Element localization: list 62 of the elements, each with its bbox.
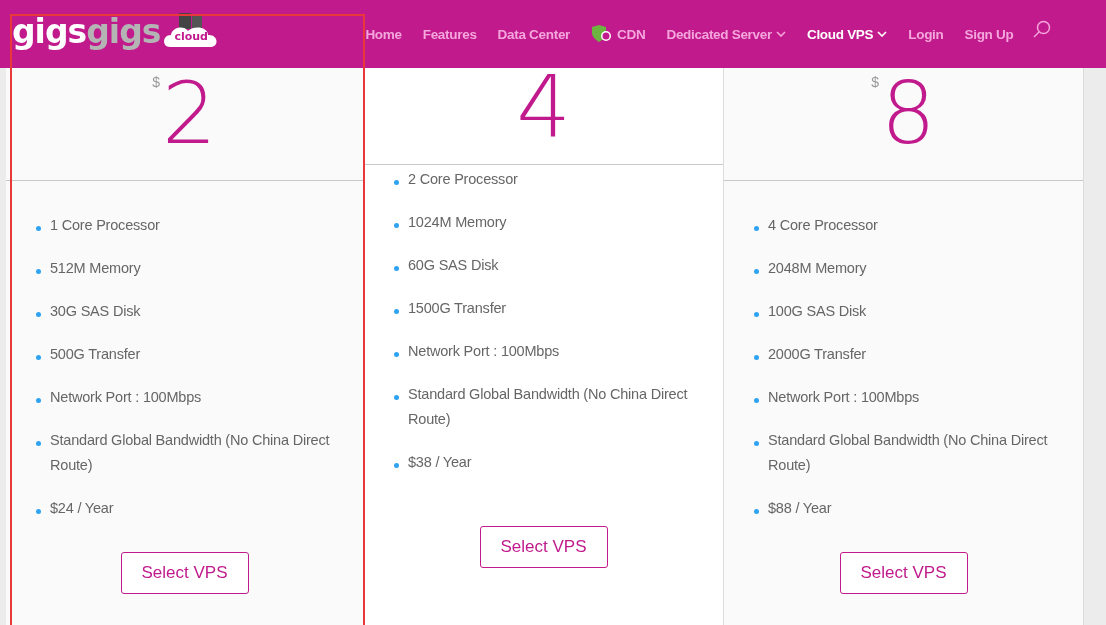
bullet-icon bbox=[754, 441, 759, 446]
bullet-icon bbox=[36, 441, 41, 446]
bullet-icon bbox=[394, 395, 399, 400]
plan-feature: Network Port : 100Mbps bbox=[768, 388, 920, 407]
search-icon[interactable] bbox=[1033, 20, 1052, 38]
nav-link[interactable]: Sign Up bbox=[964, 26, 1014, 42]
logo[interactable]: gigsgigs cloud bbox=[12, 11, 221, 51]
price-amount: 8 bbox=[881, 70, 936, 156]
plan-feature: 100G SAS Disk bbox=[768, 302, 867, 321]
bullet-icon bbox=[394, 223, 399, 228]
bullet-icon bbox=[394, 463, 399, 468]
price-amount: 2 bbox=[162, 70, 217, 156]
nav-link[interactable]: Cloud VPS bbox=[806, 26, 888, 42]
plan-feature: Network Port : 100Mbps bbox=[408, 342, 560, 361]
bullet-icon bbox=[36, 226, 41, 231]
nav-link[interactable]: Data Center bbox=[497, 26, 571, 42]
plan-feature: Standard Global Bandwidth (No China Direct Route) bbox=[50, 431, 331, 475]
bullet-icon bbox=[754, 398, 759, 403]
currency-symbol: $ bbox=[871, 74, 880, 90]
price-amount: 4 bbox=[516, 64, 571, 150]
bullet-icon bbox=[394, 180, 399, 185]
plan-feature: 1024M Memory bbox=[408, 213, 507, 232]
plan-feature: 2 Core Processor bbox=[408, 170, 518, 189]
plan-feature: 30G SAS Disk bbox=[50, 302, 141, 321]
bullet-icon bbox=[754, 509, 759, 514]
bullet-icon bbox=[754, 312, 759, 317]
plan-feature: 2048M Memory bbox=[768, 259, 867, 278]
bullet-icon bbox=[394, 309, 399, 314]
plan-feature: Network Port : 100Mbps bbox=[50, 388, 202, 407]
nav-link[interactable]: Dedicated Server bbox=[666, 26, 786, 42]
nav-link[interactable]: Features bbox=[422, 26, 477, 42]
logo-badge-text: cloud bbox=[174, 31, 208, 42]
nav-link[interactable]: Login bbox=[908, 26, 944, 42]
bullet-icon bbox=[36, 509, 41, 514]
nav-link[interactable]: Home bbox=[365, 26, 402, 42]
select-plan-button[interactable]: Select VPS bbox=[479, 526, 608, 568]
currency-symbol: $ bbox=[152, 74, 161, 90]
plan-feature: Standard Global Bandwidth (No China Direct Route) bbox=[768, 431, 1049, 475]
shield-globe-icon bbox=[591, 25, 614, 43]
plan-feature: 1500G Transfer bbox=[408, 299, 506, 318]
plan-feature: 4 Core Processor bbox=[768, 216, 878, 235]
bullet-icon bbox=[394, 352, 399, 357]
bullet-icon bbox=[754, 226, 759, 231]
bullet-icon bbox=[36, 269, 41, 274]
plan-feature: Standard Global Bandwidth (No China Direct Route) bbox=[408, 385, 689, 429]
bullet-icon bbox=[754, 269, 759, 274]
bullet-icon bbox=[754, 355, 759, 360]
plan-feature: 500G Transfer bbox=[50, 345, 141, 364]
plan-feature: 1 Core Processor bbox=[50, 216, 160, 235]
select-plan-button[interactable]: Select VPS bbox=[120, 552, 249, 594]
bullet-icon bbox=[36, 355, 41, 360]
plan-feature: $88 / Year bbox=[768, 499, 832, 518]
plan-feature: 60G SAS Disk bbox=[408, 256, 499, 275]
plan-feature: 2000G Transfer bbox=[768, 345, 866, 364]
bullet-icon bbox=[394, 266, 399, 271]
select-plan-button[interactable]: Select VPS bbox=[839, 552, 968, 594]
bullet-icon bbox=[36, 312, 41, 317]
plan-feature: 512M Memory bbox=[50, 259, 141, 278]
plan-feature: $24 / Year bbox=[50, 499, 114, 518]
nav-link[interactable]: CDN bbox=[591, 25, 646, 43]
bullet-icon bbox=[36, 398, 41, 403]
plan-feature: $38 / Year bbox=[408, 453, 472, 472]
